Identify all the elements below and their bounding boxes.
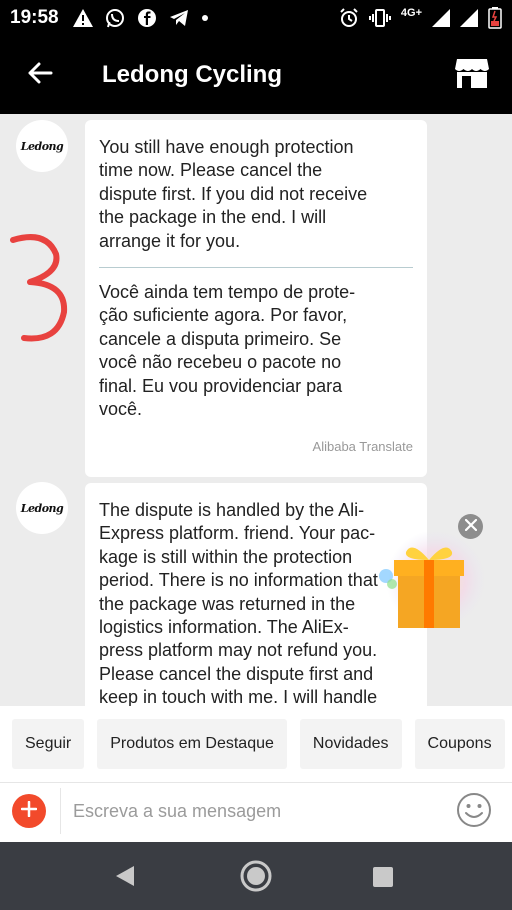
nav-home-icon[interactable] (239, 859, 273, 898)
translated-text-line: você. (99, 399, 143, 420)
message-text-line: the package was returned in the (99, 593, 356, 614)
quick-reply-featured-products[interactable]: Produtos em Destaque (97, 719, 287, 769)
avatar[interactable]: Ledong (16, 482, 68, 534)
back-button[interactable] (0, 36, 80, 114)
status-time: 19:58 (10, 7, 59, 28)
translation-credit: Alibaba Translate (312, 439, 413, 455)
message-text-line: keep in touch with me. I will handle (99, 687, 378, 706)
message-input-bar (0, 782, 512, 842)
facebook-icon (137, 8, 157, 28)
emoji-button[interactable] (456, 792, 492, 828)
telegram-icon (169, 9, 189, 27)
message-text-line: time now. Please cancel the (99, 160, 323, 181)
message-text-line: You still have enough protection (99, 137, 354, 157)
alarm-icon (339, 8, 359, 28)
signal-icon (432, 9, 450, 27)
message-text-line: The dispute is handled by the Ali- (99, 500, 365, 520)
page-title: Ledong Cycling (102, 61, 282, 88)
store-icon (454, 57, 490, 94)
brand-logo: Ledong (20, 501, 64, 515)
signal-icon-2 (460, 9, 478, 27)
gift-icon[interactable] (376, 530, 488, 632)
network-type: 4G+ (400, 7, 422, 19)
message-text-line: Please cancel the dispute first and (99, 663, 374, 684)
translated-text-line: final. Eu vou providenciar para (99, 375, 343, 396)
translated-text-line: ção suficiente agora. Por favor, (99, 305, 348, 326)
status-bar: 19:58 4G+ (0, 0, 512, 36)
translated-text-line: cancele a disputa primeiro. Se (99, 328, 342, 349)
app-header: Ledong Cycling (0, 36, 512, 114)
message-text-line: the package in the end. I will (99, 207, 327, 228)
quick-reply-bar: Seguir Produtos em Destaque Novidades Co… (0, 706, 512, 782)
message-bubble: You still have enough protection time no… (85, 120, 427, 477)
battery-icon (488, 7, 502, 29)
message-text-line: arrange it for you. (99, 230, 241, 251)
message-text-line: logistics information. The AliEx- (99, 617, 349, 638)
translated-text-line: Você ainda tem tempo de prote- (99, 282, 356, 303)
avatar[interactable]: Ledong (16, 120, 68, 172)
smiley-icon (456, 793, 492, 832)
quick-reply-seguir[interactable]: Seguir (12, 719, 85, 769)
message-text-line: period. There is no information that (99, 570, 378, 591)
warning-icon (72, 9, 93, 27)
message-text-line: dispute first. If you did not receive (99, 183, 368, 204)
system-navigation-bar (0, 842, 512, 910)
nav-recents-icon[interactable] (372, 866, 394, 893)
handwritten-three-annotation (8, 232, 70, 349)
message-text-line: press platform may not refund you. (99, 640, 378, 661)
arrow-left-icon (27, 62, 53, 89)
brand-logo: Ledong (20, 139, 64, 153)
translated-text-line: você não recebeu o pacote no (99, 352, 342, 373)
message-input[interactable] (60, 788, 442, 834)
notification-dot-icon (201, 14, 209, 22)
message-text-line: Express platform. friend. Your pac- (99, 523, 376, 544)
quick-reply-news[interactable]: Novidades (299, 719, 402, 769)
translation-divider (99, 267, 413, 269)
whatsapp-icon (105, 8, 125, 28)
store-button[interactable] (432, 36, 512, 114)
quick-reply-coupons[interactable]: Coupons (414, 719, 505, 769)
message-text-line: kage is still within the protection (99, 546, 353, 567)
vibrate-icon (368, 8, 391, 28)
plus-icon (20, 800, 38, 822)
add-attachment-button[interactable] (12, 794, 46, 828)
nav-back-icon[interactable] (114, 864, 136, 893)
